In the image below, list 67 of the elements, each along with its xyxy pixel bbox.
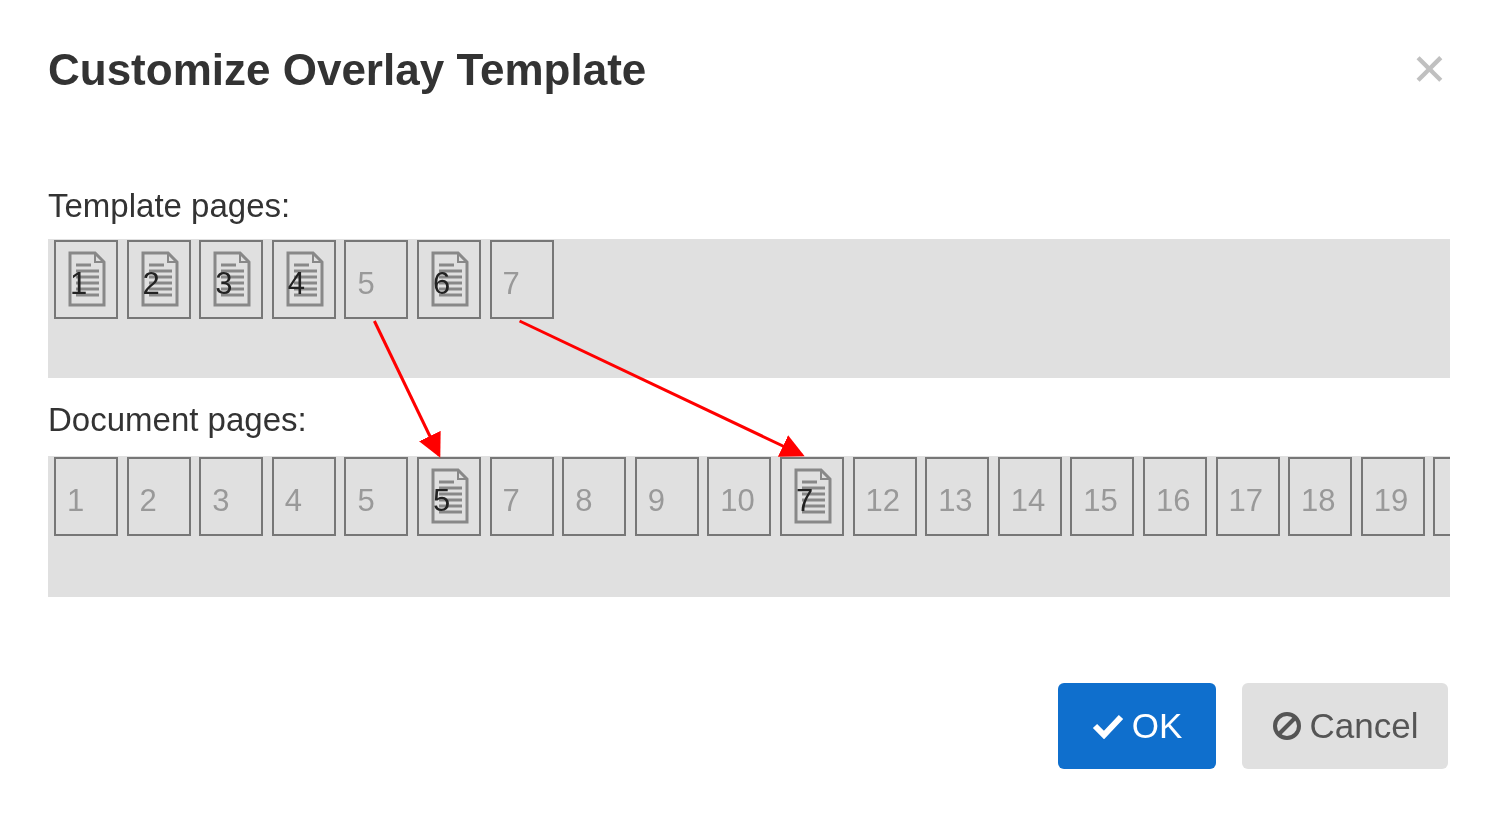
document-icon xyxy=(792,468,833,524)
page-tile[interactable]: 18 xyxy=(1288,457,1353,536)
page-number: 4 xyxy=(287,268,306,299)
document-icon xyxy=(429,468,470,524)
page-tile[interactable]: 7 xyxy=(779,457,844,536)
page-number: 9 xyxy=(647,485,665,516)
page-tile[interactable]: 7 xyxy=(489,457,554,536)
page-number: 7 xyxy=(502,268,520,299)
page-tile[interactable]: 4 xyxy=(271,240,336,319)
page-tile[interactable]: 5 xyxy=(344,240,409,319)
page-tile[interactable]: 8 xyxy=(562,457,627,536)
page-number: 7 xyxy=(795,485,814,516)
dialog-title: Customize Overlay Template xyxy=(48,44,647,96)
page-tile[interactable]: 1 xyxy=(54,240,118,319)
ok-button[interactable]: OK xyxy=(1058,683,1216,769)
page-tile[interactable]: 14 xyxy=(997,457,1062,536)
document-icon xyxy=(284,251,325,307)
page-number: 5 xyxy=(432,485,451,516)
cancel-button[interactable]: Cancel xyxy=(1242,683,1448,769)
document-icon xyxy=(139,251,180,307)
page-tile[interactable]: 1 xyxy=(54,457,118,536)
page-number: 2 xyxy=(139,485,157,516)
page-number: 18 xyxy=(1301,485,1336,516)
page-number: 12 xyxy=(865,485,900,516)
check-icon xyxy=(1091,713,1124,739)
page-number: 16 xyxy=(1155,485,1191,516)
page-tile[interactable]: 6 xyxy=(416,240,481,319)
page-number: 1 xyxy=(67,485,85,516)
page-number: 15 xyxy=(1083,485,1118,516)
page-number: 10 xyxy=(720,485,755,516)
page-number: 3 xyxy=(215,268,233,299)
page-number: 7 xyxy=(502,485,520,516)
page-number: 14 xyxy=(1010,485,1046,516)
page-number: 17 xyxy=(1228,485,1263,516)
document-icon xyxy=(212,251,253,307)
page-tile[interactable]: 7 xyxy=(489,240,554,319)
page-number: 5 xyxy=(357,268,375,299)
close-button[interactable]: ✕ xyxy=(1411,48,1448,92)
page-tile[interactable]: 15 xyxy=(1070,457,1135,536)
page-tile[interactable]: 4 xyxy=(271,457,336,536)
document-icon xyxy=(429,251,470,307)
page-tile[interactable]: 2 xyxy=(126,457,191,536)
page-tile[interactable]: 9 xyxy=(634,457,699,536)
page-tile[interactable]: 12 xyxy=(852,457,917,536)
page-tile[interactable]: 5 xyxy=(416,457,481,536)
page-tile[interactable]: 19 xyxy=(1360,457,1425,536)
page-tile[interactable]: 17 xyxy=(1215,457,1280,536)
page-number: 1 xyxy=(70,268,88,299)
page-number: 8 xyxy=(575,485,593,516)
prohibited-icon xyxy=(1271,711,1302,741)
page-number: 13 xyxy=(938,485,973,516)
page-number: 6 xyxy=(432,268,451,299)
page-number: 2 xyxy=(142,268,160,299)
page-tile[interactable]: 3 xyxy=(199,240,264,319)
page-number: 19 xyxy=(1373,485,1409,516)
section-label: Document pages: xyxy=(48,403,308,436)
page-number: 5 xyxy=(357,485,375,516)
page-tile[interactable]: 16 xyxy=(1142,457,1207,536)
document-icon xyxy=(67,251,107,307)
page-tile[interactable]: 5 xyxy=(344,457,409,536)
page-tile[interactable]: 13 xyxy=(925,457,990,536)
page-tile[interactable]: 2 xyxy=(126,240,191,319)
page-tile[interactable]: 10 xyxy=(707,457,772,536)
page-number: 3 xyxy=(212,485,230,516)
page-tile[interactable]: 3 xyxy=(199,457,264,536)
section-label: Template pages: xyxy=(48,189,292,222)
page-number: 4 xyxy=(284,485,303,516)
